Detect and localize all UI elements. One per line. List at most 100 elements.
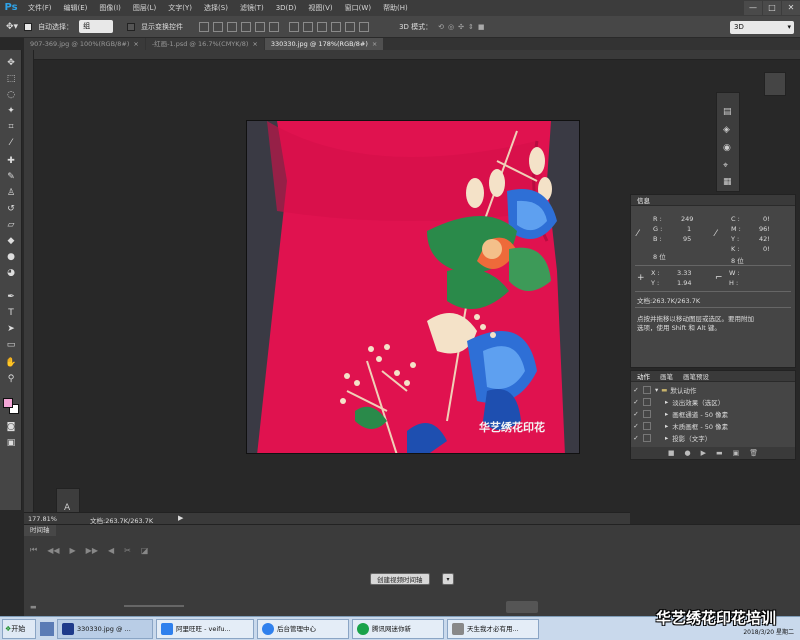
type-tool-icon[interactable]: T	[4, 306, 18, 320]
3d-slide-icon[interactable]: ⇕	[468, 23, 474, 31]
action-set-default[interactable]: ✓ ▾ ▬ 默认动作	[631, 384, 781, 395]
split-icon[interactable]: ✂	[124, 546, 131, 555]
menu-edit[interactable]: 编辑(E)	[58, 0, 94, 16]
marquee-tool-icon[interactable]: ⬚	[4, 72, 18, 86]
dialog-toggle[interactable]	[643, 409, 651, 418]
dialog-toggle[interactable]	[643, 397, 651, 406]
menu-image[interactable]: 图像(I)	[93, 0, 127, 16]
menu-select[interactable]: 选择(S)	[198, 0, 234, 16]
first-frame-icon[interactable]: ⏮	[30, 545, 37, 555]
3d-scale-icon[interactable]: ■	[478, 23, 485, 31]
rectangle-tool-icon[interactable]: ▭	[4, 338, 18, 352]
crop-tool-icon[interactable]: ⌗	[4, 120, 18, 134]
blur-tool-icon[interactable]: ●	[4, 250, 18, 264]
check-icon[interactable]: ✓	[631, 398, 641, 406]
action-item[interactable]: ✓ ▸ 画框通道 - 50 像素	[631, 408, 781, 419]
stop-icon[interactable]: ■	[668, 449, 675, 457]
tab-document-1[interactable]: 907-369.jpg @ 100%(RGB/8#) ×	[24, 38, 145, 50]
close-button[interactable]: ✕	[782, 1, 800, 15]
menu-layer[interactable]: 图层(L)	[127, 0, 162, 16]
quick-launch-icon[interactable]	[40, 621, 54, 636]
distribute-bottom-icon[interactable]	[317, 21, 328, 32]
menu-3d[interactable]: 3D(D)	[270, 0, 303, 16]
action-item[interactable]: ✓ ▸ 投影（文字）	[631, 432, 781, 443]
menu-filter[interactable]: 滤镜(T)	[234, 0, 270, 16]
play-icon[interactable]: ▶	[70, 546, 76, 555]
auto-select-dropdown[interactable]: 组	[79, 20, 114, 33]
embroidered-dress-image[interactable]: 华艺绣花印花	[246, 120, 580, 454]
task-aliwangwang[interactable]: 阿里旺旺 - veifu...	[156, 618, 254, 639]
audio-icon[interactable]: ◀	[108, 546, 114, 555]
timeline-mode-dropdown[interactable]: ▾	[442, 573, 454, 585]
new-action-icon[interactable]: ▣	[733, 449, 740, 457]
dodge-tool-icon[interactable]: ◕	[4, 266, 18, 280]
quick-mask-icon[interactable]: ◙	[4, 420, 18, 434]
foreground-color-swatch[interactable]	[3, 398, 13, 408]
properties-icon[interactable]: ▤	[723, 107, 732, 117]
distribute-right-icon[interactable]	[359, 21, 370, 32]
convert-frame-icon[interactable]: ▬	[30, 603, 37, 611]
menu-view[interactable]: 视图(V)	[302, 0, 338, 16]
expand-icon[interactable]: ▾	[655, 386, 658, 394]
workspace-dropdown[interactable]: 3D ▾	[730, 21, 794, 34]
transition-icon[interactable]: ◪	[141, 546, 149, 555]
move-tool-icon[interactable]: ✥	[4, 56, 18, 70]
clock-date[interactable]: 2018/3/20 星期二	[743, 627, 794, 636]
history-brush-tool-icon[interactable]: ↺	[4, 202, 18, 216]
status-menu-arrow-icon[interactable]: ▶	[178, 514, 183, 522]
task-admin-center[interactable]: 后台管理中心	[257, 618, 349, 639]
eraser-tool-icon[interactable]: ▱	[4, 218, 18, 232]
tab-document-3[interactable]: 330330.jpg @ 178%(RGB/8#) ×	[264, 38, 384, 50]
record-icon[interactable]: ●	[684, 449, 690, 457]
brush-tool-icon[interactable]: ✎	[4, 170, 18, 184]
paths-icon[interactable]: ⌖	[723, 161, 728, 171]
paint-bucket-tool-icon[interactable]: ◆	[4, 234, 18, 248]
task-document[interactable]: 天生我才必有用...	[447, 618, 539, 639]
close-tab-icon[interactable]: ×	[252, 40, 257, 48]
dialog-toggle[interactable]	[643, 421, 651, 430]
3d-drag-icon[interactable]: ✣	[458, 23, 464, 31]
zoom-tool-icon[interactable]: ⚲	[4, 372, 18, 386]
check-icon[interactable]: ✓	[631, 422, 641, 430]
start-button[interactable]: ❖开始	[2, 618, 36, 639]
expand-icon[interactable]: ▸	[665, 422, 668, 430]
action-item[interactable]: ✓ ▸ 淡出效果（选区）	[631, 396, 781, 407]
3d-rotate-icon[interactable]: ⟲	[438, 23, 444, 31]
path-selection-tool-icon[interactable]: ➤	[4, 322, 18, 336]
eyedropper-tool-icon[interactable]: ⁄	[4, 136, 18, 150]
zoom-slider[interactable]	[124, 605, 184, 607]
tab-document-2[interactable]: -红画-1.psd @ 16.7%(CMYK/8) ×	[145, 38, 264, 50]
magic-wand-tool-icon[interactable]: ✦	[4, 104, 18, 118]
pen-tool-icon[interactable]: ✒	[4, 290, 18, 304]
tab-actions[interactable]: 动作	[635, 371, 652, 381]
maximize-button[interactable]: □	[763, 1, 781, 15]
clone-stamp-tool-icon[interactable]: ♙	[4, 186, 18, 200]
tab-brush-presets[interactable]: 画笔预设	[681, 371, 711, 381]
new-set-icon[interactable]: ▬	[716, 449, 723, 457]
play-icon[interactable]: ▶	[701, 449, 706, 457]
align-hcenter-icon[interactable]	[255, 21, 266, 32]
hand-tool-icon[interactable]: ✋	[4, 356, 18, 370]
panel-buttons[interactable]	[506, 601, 538, 613]
align-left-icon[interactable]	[241, 21, 252, 32]
align-top-icon[interactable]	[199, 21, 210, 32]
next-frame-icon[interactable]: ▶▶	[86, 546, 98, 555]
distribute-hcenter-icon[interactable]	[345, 21, 356, 32]
close-tab-icon[interactable]: ×	[372, 40, 377, 48]
action-item[interactable]: ✓ ▸ 木质画框 - 50 像素	[631, 420, 781, 431]
expand-icon[interactable]: ▸	[665, 410, 668, 418]
delete-icon[interactable]: 🗑	[749, 449, 758, 457]
move-tool-icon[interactable]: ✥▾	[6, 22, 18, 32]
collapsed-panel-icon[interactable]	[764, 72, 786, 96]
distribute-left-icon[interactable]	[331, 21, 342, 32]
zoom-level[interactable]: 177.81%	[28, 515, 57, 523]
adjustments-icon[interactable]: ▦	[723, 177, 732, 187]
channels-icon[interactable]: ◉	[723, 143, 731, 153]
menu-type[interactable]: 文字(Y)	[162, 0, 198, 16]
task-photoshop[interactable]: 330330.jpg @ ...	[57, 618, 153, 639]
timeline-tab[interactable]: 时间轴	[24, 525, 56, 536]
align-bottom-icon[interactable]	[227, 21, 238, 32]
minimize-button[interactable]: —	[744, 1, 762, 15]
expand-icon[interactable]: ▸	[665, 398, 668, 406]
3d-roll-icon[interactable]: ◎	[448, 23, 454, 31]
